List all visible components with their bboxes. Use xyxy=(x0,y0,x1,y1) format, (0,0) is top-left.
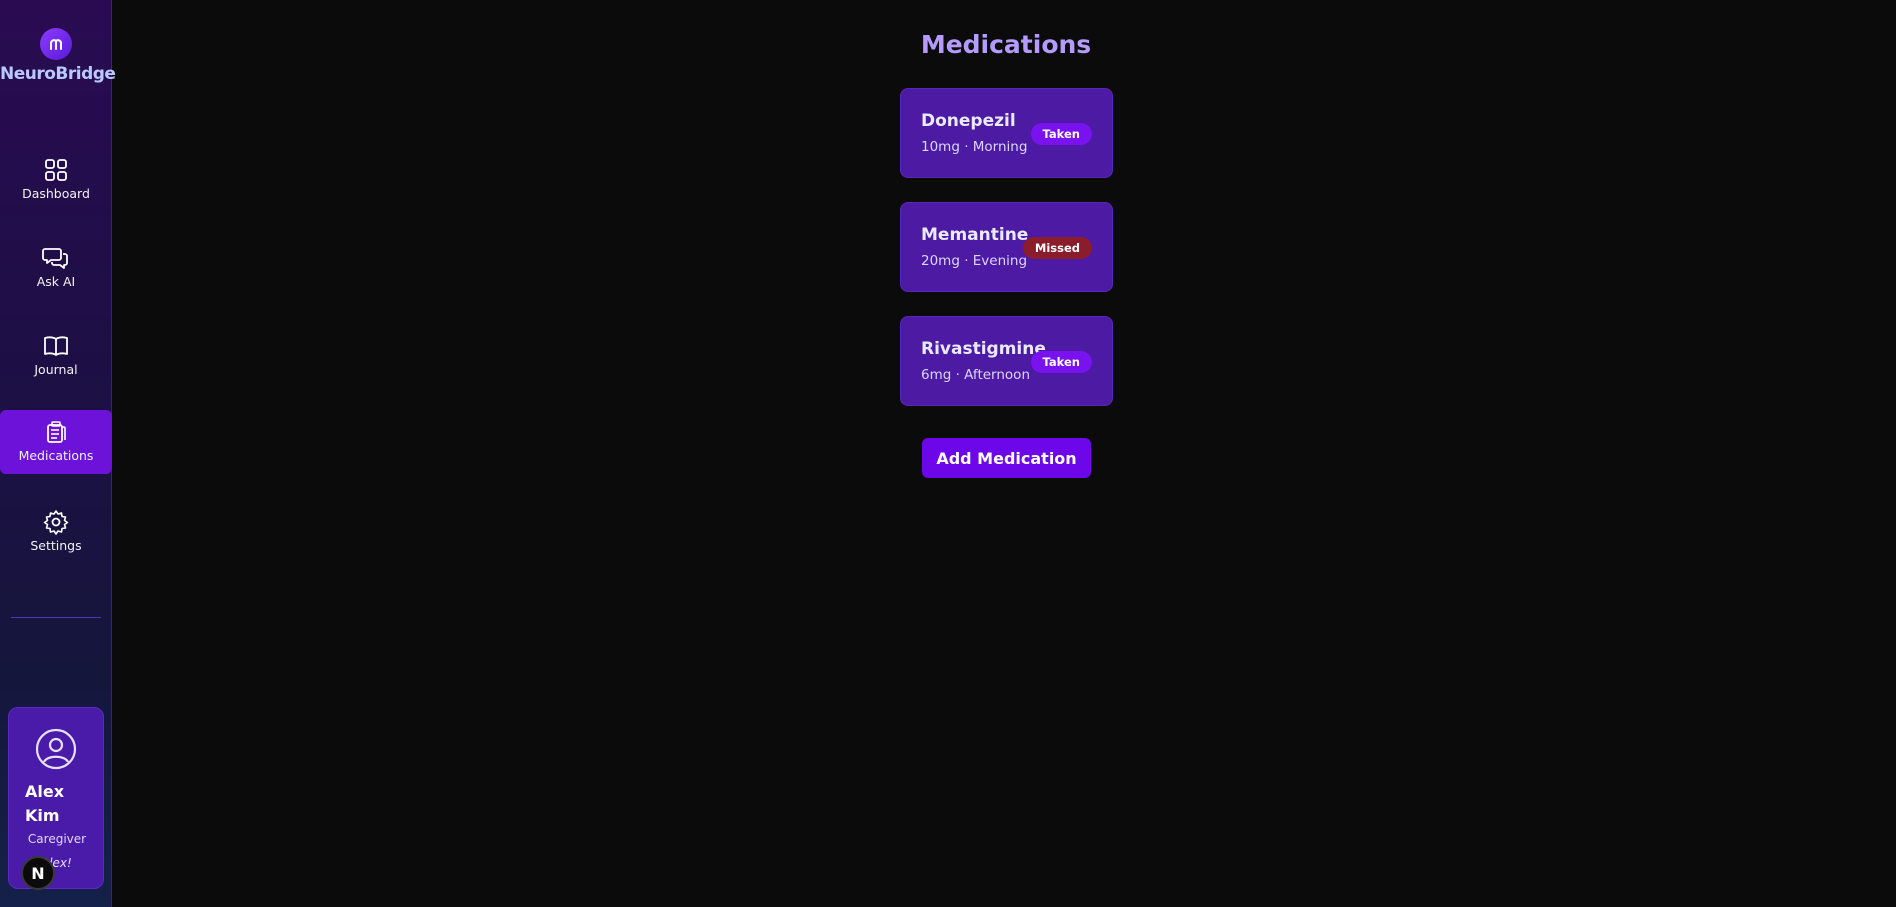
status-badge[interactable]: Taken xyxy=(1030,351,1092,373)
chat-bubbles-icon xyxy=(42,248,68,269)
medication-card[interactable]: Memantine 20mg · Evening Missed xyxy=(900,202,1113,292)
sidebar-item-label: Medications xyxy=(18,448,94,463)
medication-card[interactable]: Rivastigmine 6mg · Afternoon Taken xyxy=(900,316,1113,406)
open-book-icon xyxy=(44,336,68,356)
add-medication-button[interactable]: Add Medication xyxy=(922,438,1091,478)
profile-card[interactable]: Alex Kim Caregiver Alex! xyxy=(8,707,104,889)
profile-name: Alex Kim xyxy=(25,782,65,825)
sidebar-item-label: Ask AI xyxy=(36,274,76,289)
sidebar-divider xyxy=(11,617,101,618)
medication-card[interactable]: Donepezil 10mg · Morning Taken xyxy=(900,88,1113,178)
grid-icon xyxy=(45,159,67,181)
medication-name: Memantine xyxy=(921,225,1029,245)
sidebar-item-medications[interactable]: Medications xyxy=(0,410,112,474)
status-badge[interactable]: Taken xyxy=(1030,123,1092,145)
user-avatar-icon xyxy=(35,728,77,770)
sidebar-item-label: Dashboard xyxy=(22,186,90,201)
sidebar-item-settings[interactable]: Settings xyxy=(0,500,112,564)
gear-icon xyxy=(43,510,69,535)
medication-name: Donepezil xyxy=(921,111,1016,131)
sidebar-item-journal[interactable]: Journal xyxy=(0,324,112,388)
medication-detail: 10mg · Morning xyxy=(921,139,1028,155)
brand-name[interactable]: NeuroBridge xyxy=(0,64,116,84)
medication-detail: 6mg · Afternoon xyxy=(921,367,1030,383)
medication-name: Rivastigmine xyxy=(921,339,1046,359)
brain-logo-icon[interactable] xyxy=(40,28,72,60)
profile-role: Caregiver xyxy=(27,832,87,846)
dev-tools-badge[interactable]: N xyxy=(21,856,55,890)
sidebar-item-label: Journal xyxy=(34,362,78,377)
sidebar: NeuroBridge Dashboard Ask AI Journal Med… xyxy=(0,0,116,907)
sidebar-item-label: Settings xyxy=(30,538,82,553)
clipboard-icon xyxy=(47,421,66,443)
app-root: NeuroBridge Dashboard Ask AI Journal Med… xyxy=(0,0,1896,907)
sidebar-item-ask-ai[interactable]: Ask AI xyxy=(0,236,112,300)
page-title: Medications xyxy=(920,30,1092,59)
medication-detail: 20mg · Evening xyxy=(921,253,1028,269)
status-badge[interactable]: Missed xyxy=(1022,237,1092,259)
sidebar-item-dashboard[interactable]: Dashboard xyxy=(0,148,112,212)
